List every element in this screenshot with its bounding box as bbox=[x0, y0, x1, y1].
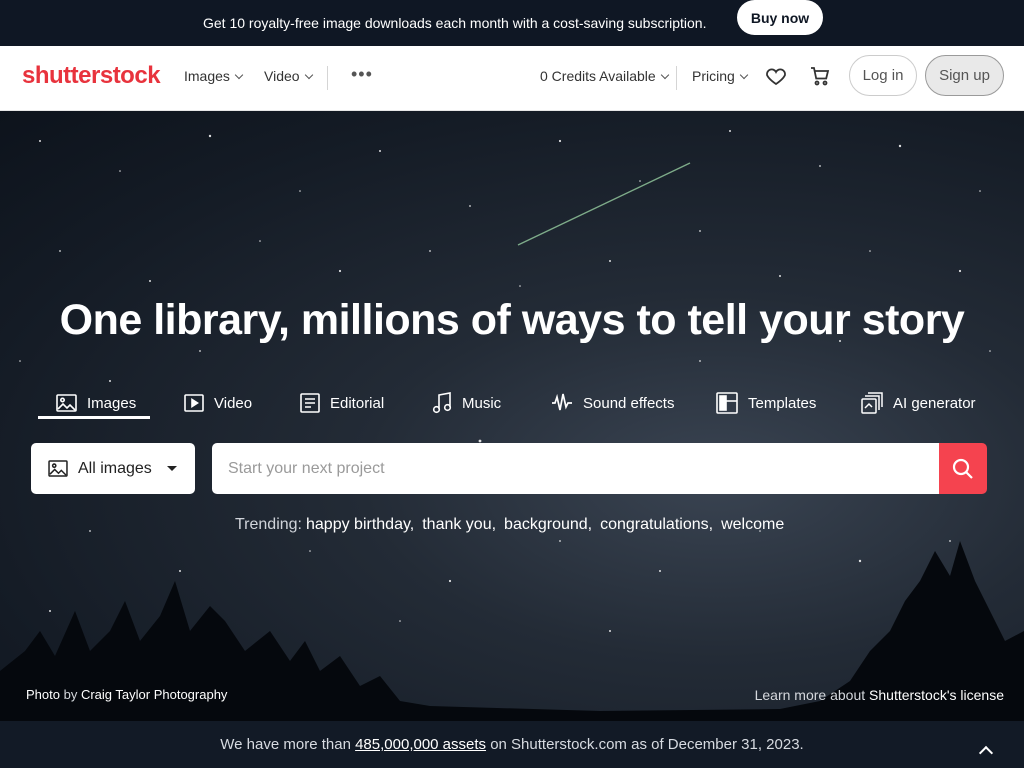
tab-music-label: Music bbox=[462, 394, 502, 412]
tab-sound-effects[interactable]: Sound effects bbox=[551, 387, 674, 419]
tab-ai-generator-label: AI generator bbox=[893, 394, 976, 412]
trending-label: Trending: bbox=[235, 516, 302, 533]
divider bbox=[327, 66, 328, 90]
tab-editorial-label: Editorial bbox=[330, 394, 385, 412]
ai-generator-icon bbox=[861, 392, 883, 414]
tab-video[interactable]: Video bbox=[184, 387, 252, 419]
signup-button[interactable]: Sign up bbox=[925, 55, 1004, 96]
buy-now-button[interactable]: Buy now bbox=[737, 0, 823, 35]
asset-count-prefix: We have more than bbox=[220, 736, 351, 753]
active-tab-indicator bbox=[38, 416, 150, 419]
sound-wave-icon bbox=[552, 393, 572, 411]
asset-count-suffix: on Shutterstock.com as of December 31, 2… bbox=[490, 736, 804, 753]
trending-link[interactable]: welcome bbox=[721, 516, 784, 534]
tab-sound-effects-label: Sound effects bbox=[583, 394, 675, 412]
nav-images[interactable]: Images bbox=[184, 68, 244, 84]
tab-ai-generator[interactable]: AI generator bbox=[861, 387, 976, 419]
license-info: Learn more about Shutterstock's license bbox=[755, 687, 1004, 703]
chevron-down-icon bbox=[660, 70, 669, 79]
image-icon bbox=[56, 394, 77, 412]
promo-bar: Get 10 royalty-free image downloads each… bbox=[0, 0, 1024, 46]
chevron-down-icon bbox=[234, 70, 244, 79]
search-button[interactable] bbox=[939, 443, 987, 494]
heart-icon[interactable] bbox=[764, 64, 788, 88]
tab-images[interactable]: Images bbox=[56, 387, 136, 419]
license-link[interactable]: Shutterstock's license bbox=[869, 687, 1004, 703]
video-icon bbox=[184, 394, 204, 412]
tab-music[interactable]: Music bbox=[432, 387, 501, 419]
shutterstock-logo[interactable]: shutterstock bbox=[22, 62, 161, 90]
photo-credit-by: by bbox=[63, 687, 78, 702]
templates-icon bbox=[716, 392, 738, 414]
cart-icon[interactable] bbox=[808, 64, 832, 88]
pricing-label: Pricing bbox=[692, 68, 735, 84]
pricing-dropdown[interactable]: Pricing bbox=[692, 68, 749, 84]
photo-credit: Photo by Craig Taylor Photography bbox=[26, 687, 227, 702]
license-prefix: Learn more about bbox=[754, 687, 866, 703]
asset-count-bar: We have more than 485,000,000 assets on … bbox=[0, 721, 1024, 768]
nav-images-label: Images bbox=[184, 68, 230, 84]
hero-section: One library, millions of ways to tell yo… bbox=[0, 111, 1024, 721]
nav-video-label: Video bbox=[264, 68, 300, 84]
music-icon bbox=[432, 392, 452, 414]
asset-type-select[interactable]: All images bbox=[31, 443, 195, 494]
image-icon bbox=[48, 460, 68, 477]
login-button[interactable]: Log in bbox=[849, 55, 917, 96]
editorial-icon bbox=[300, 393, 320, 413]
hero-title: One library, millions of ways to tell yo… bbox=[59, 296, 965, 344]
header: shutterstock Images Video ••• 0 Credits … bbox=[0, 46, 1024, 111]
chevron-down-icon bbox=[739, 70, 749, 79]
trending-link[interactable]: happy birthday, bbox=[306, 516, 414, 534]
chevron-down-icon bbox=[304, 70, 313, 79]
search-icon bbox=[952, 458, 973, 479]
trending-link[interactable]: thank you, bbox=[422, 516, 496, 534]
trending-link[interactable]: congratulations, bbox=[600, 516, 713, 534]
divider bbox=[676, 66, 677, 90]
tab-images-label: Images bbox=[87, 394, 137, 412]
caret-down-icon bbox=[167, 466, 177, 471]
photo-credit-prefix: Photo bbox=[26, 687, 60, 702]
photo-credit-author[interactable]: Craig Taylor Photography bbox=[81, 687, 227, 702]
nav-video[interactable]: Video bbox=[264, 68, 313, 84]
search-input[interactable] bbox=[212, 443, 939, 494]
tab-editorial[interactable]: Editorial bbox=[300, 387, 384, 419]
tab-video-label: Video bbox=[214, 394, 253, 412]
trending-searches: Trending: happy birthday, thank you, bac… bbox=[235, 516, 792, 534]
credits-label: 0 Credits Available bbox=[540, 68, 656, 84]
asset-type-label: All images bbox=[78, 459, 152, 477]
credits-dropdown[interactable]: 0 Credits Available bbox=[540, 68, 669, 84]
tab-templates-label: Templates bbox=[748, 394, 817, 412]
tab-templates[interactable]: Templates bbox=[716, 387, 816, 419]
trending-link[interactable]: background, bbox=[504, 516, 592, 534]
more-menu-button[interactable]: ••• bbox=[351, 64, 373, 85]
asset-count-link[interactable]: 485,000,000 assets bbox=[355, 736, 486, 753]
promo-text: Get 10 royalty-free image downloads each… bbox=[203, 15, 707, 31]
